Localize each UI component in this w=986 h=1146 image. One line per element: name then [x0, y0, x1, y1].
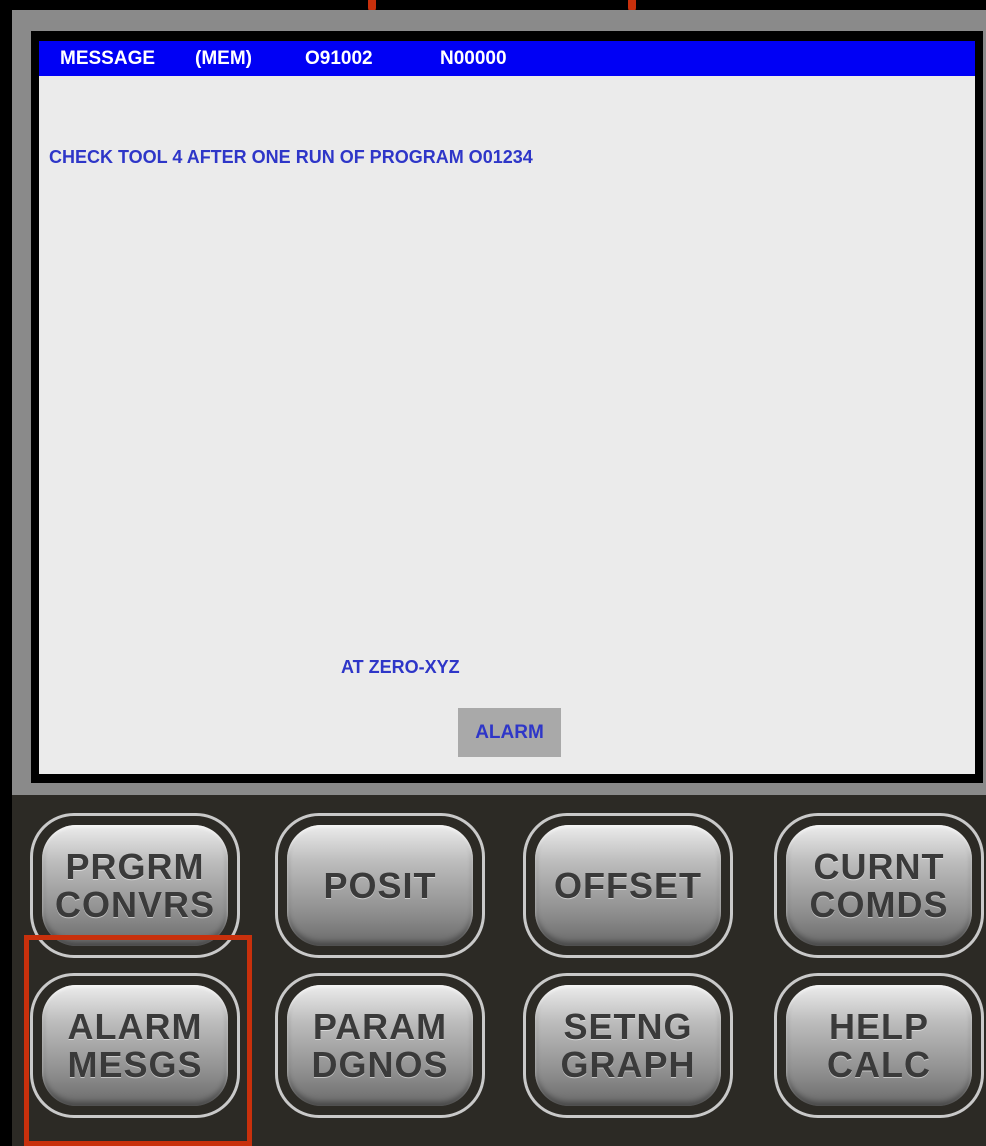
key-label: OFFSET: [554, 864, 702, 906]
key-label: CONVRS: [54, 883, 216, 925]
key-label: CALC: [827, 1043, 931, 1085]
key-cap: ALARM MESGS: [42, 985, 228, 1106]
key-label: PRGRM: [65, 845, 205, 887]
status-bar: MESSAGE (MEM) O91002 N00000: [39, 41, 975, 76]
key-cap: SETNG GRAPH: [535, 985, 721, 1106]
mode-indicator: (MEM): [195, 48, 252, 69]
key-label: SETNG: [563, 1005, 693, 1047]
cnc-display: MESSAGE (MEM) O91002 N00000 CHECK TOOL 4…: [31, 31, 983, 783]
display-area: MESSAGE (MEM) O91002 N00000 CHECK TOOL 4…: [39, 41, 975, 774]
key-cap: PRGRM CONVRS: [42, 825, 228, 946]
key-label: GRAPH: [560, 1043, 696, 1085]
key-label: POSIT: [323, 864, 437, 906]
alarm-indicator: ALARM: [458, 708, 561, 757]
key-label: DGNOS: [311, 1043, 449, 1085]
prgrm-convrs-key[interactable]: PRGRM CONVRS: [30, 813, 240, 958]
help-calc-key[interactable]: HELP CALC: [774, 973, 984, 1118]
key-label: COMDS: [809, 883, 949, 925]
program-number: O91002: [305, 48, 373, 69]
function-keypad: PRGRM CONVRS POSIT OFFSET CURNT COMDS AL…: [12, 795, 986, 1146]
position-status: AT ZERO-XYZ: [341, 657, 460, 677]
key-cap: HELP CALC: [786, 985, 972, 1106]
screen-name: MESSAGE: [60, 48, 156, 69]
key-label: PARAM: [312, 1005, 448, 1047]
alarm-mesgs-key[interactable]: ALARM MESGS: [30, 973, 240, 1118]
key-cap: PARAM DGNOS: [287, 985, 473, 1106]
operator-message: CHECK TOOL 4 AFTER ONE RUN OF PROGRAM O0…: [49, 147, 533, 167]
key-cap: POSIT: [287, 825, 473, 946]
key-label: ALARM: [67, 1005, 203, 1047]
posit-key[interactable]: POSIT: [275, 813, 485, 958]
param-dgnos-key[interactable]: PARAM DGNOS: [275, 973, 485, 1118]
key-cap: OFFSET: [535, 825, 721, 946]
key-cap: CURNT COMDS: [786, 825, 972, 946]
key-label: MESGS: [67, 1043, 203, 1085]
key-label: CURNT: [813, 845, 945, 887]
offset-key[interactable]: OFFSET: [523, 813, 733, 958]
sequence-number: N00000: [440, 48, 507, 69]
key-label: HELP: [828, 1005, 929, 1047]
curnt-comds-key[interactable]: CURNT COMDS: [774, 813, 984, 958]
setng-graph-key[interactable]: SETNG GRAPH: [523, 973, 733, 1118]
